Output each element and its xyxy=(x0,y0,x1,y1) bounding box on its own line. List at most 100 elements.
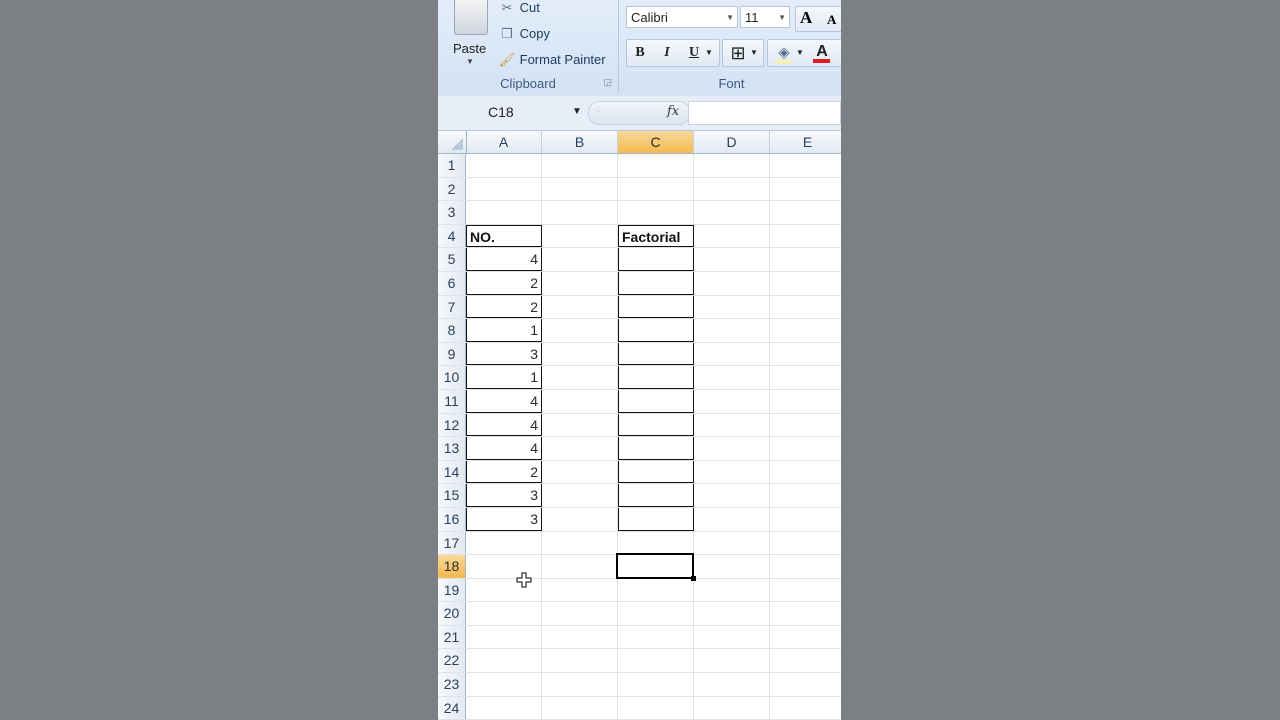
cell-a13[interactable]: 4 xyxy=(466,437,542,460)
cell-e17[interactable] xyxy=(770,532,841,555)
formula-input[interactable] xyxy=(688,101,841,125)
cell-c18[interactable] xyxy=(618,555,694,578)
cell-d4[interactable] xyxy=(694,224,770,248)
cell-b22[interactable] xyxy=(542,649,618,673)
cell-d19[interactable] xyxy=(694,578,770,602)
cell-a2[interactable] xyxy=(466,177,542,201)
chevron-down-icon[interactable]: ▼ xyxy=(572,101,582,123)
cell-c11[interactable] xyxy=(618,389,694,413)
cell-d8[interactable] xyxy=(694,319,770,342)
cell-d22[interactable] xyxy=(694,649,770,673)
column-header-a[interactable]: A xyxy=(466,131,542,153)
paste-button[interactable]: Paste xyxy=(453,41,486,56)
cell-d7[interactable] xyxy=(694,295,770,319)
bold-button[interactable]: B xyxy=(628,40,652,66)
cell-a21[interactable] xyxy=(466,625,542,649)
cell-c8[interactable] xyxy=(618,319,694,342)
cell-d21[interactable] xyxy=(694,625,770,649)
cell-d5[interactable] xyxy=(694,248,770,271)
cell-b8[interactable] xyxy=(542,319,618,342)
cell-b4[interactable] xyxy=(542,224,618,248)
cell-e23[interactable] xyxy=(770,673,841,696)
row-header[interactable]: 17 xyxy=(438,531,466,555)
row-header[interactable]: 4 xyxy=(438,224,466,248)
cell-b9[interactable] xyxy=(542,342,618,366)
cell-d9[interactable] xyxy=(694,342,770,366)
cell-e19[interactable] xyxy=(770,579,841,602)
cell-a15[interactable]: 3 xyxy=(466,484,542,507)
cell-e14[interactable] xyxy=(770,461,841,484)
row-header[interactable]: 12 xyxy=(438,413,466,437)
cell-c2[interactable] xyxy=(618,177,694,201)
insert-function-button[interactable]: fx xyxy=(667,104,679,119)
cell-d3[interactable] xyxy=(694,201,770,224)
cell-a20[interactable] xyxy=(466,602,542,625)
row-header[interactable]: 19 xyxy=(438,578,466,602)
paste-icon[interactable] xyxy=(454,0,488,35)
cell-c9[interactable] xyxy=(618,342,694,366)
cut-button[interactable]: ✂ Cut xyxy=(498,0,540,18)
cell-a14[interactable]: 2 xyxy=(466,460,542,484)
cell-e15[interactable] xyxy=(770,484,841,507)
row-header[interactable]: 16 xyxy=(438,507,466,531)
cell-d13[interactable] xyxy=(694,437,770,460)
cell-d23[interactable] xyxy=(694,673,770,696)
cell-c4[interactable]: Factorial xyxy=(618,224,694,248)
row-header[interactable]: 10 xyxy=(438,366,466,389)
cell-d15[interactable] xyxy=(694,484,770,507)
cell-b23[interactable] xyxy=(542,673,618,696)
row-header[interactable]: 20 xyxy=(438,602,466,625)
cell-b15[interactable] xyxy=(542,484,618,507)
row-header[interactable]: 13 xyxy=(438,437,466,460)
cell-c24[interactable] xyxy=(618,696,694,720)
cell-c13[interactable] xyxy=(618,437,694,460)
font-name-select[interactable]: Calibri ▼ xyxy=(626,6,738,28)
column-header-b[interactable]: B xyxy=(542,131,618,153)
cell-c19[interactable] xyxy=(618,578,694,602)
cell-a11[interactable]: 4 xyxy=(466,389,542,413)
row-header[interactable]: 24 xyxy=(438,696,466,720)
underline-dropdown-icon[interactable]: ▼ xyxy=(702,40,716,66)
cell-b7[interactable] xyxy=(542,295,618,319)
cell-e22[interactable] xyxy=(770,649,841,672)
cell-e21[interactable] xyxy=(770,626,841,649)
row-header[interactable]: 9 xyxy=(438,342,466,366)
cell-e16[interactable] xyxy=(770,508,841,531)
cell-e11[interactable] xyxy=(770,390,841,413)
cell-c17[interactable] xyxy=(618,531,694,555)
clipboard-launcher-icon[interactable]: ◲ xyxy=(603,77,612,88)
cell-e6[interactable] xyxy=(770,272,841,295)
cell-d10[interactable] xyxy=(694,366,770,389)
cell-e1[interactable] xyxy=(770,154,841,177)
cell-c6[interactable] xyxy=(618,271,694,295)
select-all-button[interactable] xyxy=(438,131,467,153)
cell-d18[interactable] xyxy=(694,555,770,578)
cell-a5[interactable]: 4 xyxy=(466,248,542,271)
cell-e8[interactable] xyxy=(770,319,841,342)
row-header[interactable]: 15 xyxy=(438,484,466,507)
cell-e4[interactable] xyxy=(770,225,841,248)
cell-b17[interactable] xyxy=(542,531,618,555)
row-header[interactable]: 18 xyxy=(438,555,466,578)
cell-a6[interactable]: 2 xyxy=(466,271,542,295)
cell-a17[interactable] xyxy=(466,531,542,555)
grow-font-button[interactable]: A xyxy=(800,8,812,28)
row-header[interactable]: 23 xyxy=(438,673,466,696)
row-header[interactable]: 11 xyxy=(438,389,466,413)
cell-c5[interactable] xyxy=(618,248,694,271)
cell-a7[interactable]: 2 xyxy=(466,295,542,319)
cell-e18[interactable] xyxy=(770,555,841,578)
cell-c3[interactable] xyxy=(618,201,694,224)
cell-b19[interactable] xyxy=(542,578,618,602)
column-header-c[interactable]: C xyxy=(618,131,694,153)
cell-b3[interactable] xyxy=(542,201,618,224)
cell-d14[interactable] xyxy=(694,460,770,484)
cell-d12[interactable] xyxy=(694,413,770,437)
cell-c22[interactable] xyxy=(618,649,694,673)
fill-dropdown-icon[interactable]: ▼ xyxy=(793,40,807,66)
row-header[interactable]: 8 xyxy=(438,319,466,342)
row-header[interactable]: 2 xyxy=(438,177,466,201)
cell-b21[interactable] xyxy=(542,625,618,649)
cell-b16[interactable] xyxy=(542,507,618,531)
cell-e3[interactable] xyxy=(770,201,841,224)
